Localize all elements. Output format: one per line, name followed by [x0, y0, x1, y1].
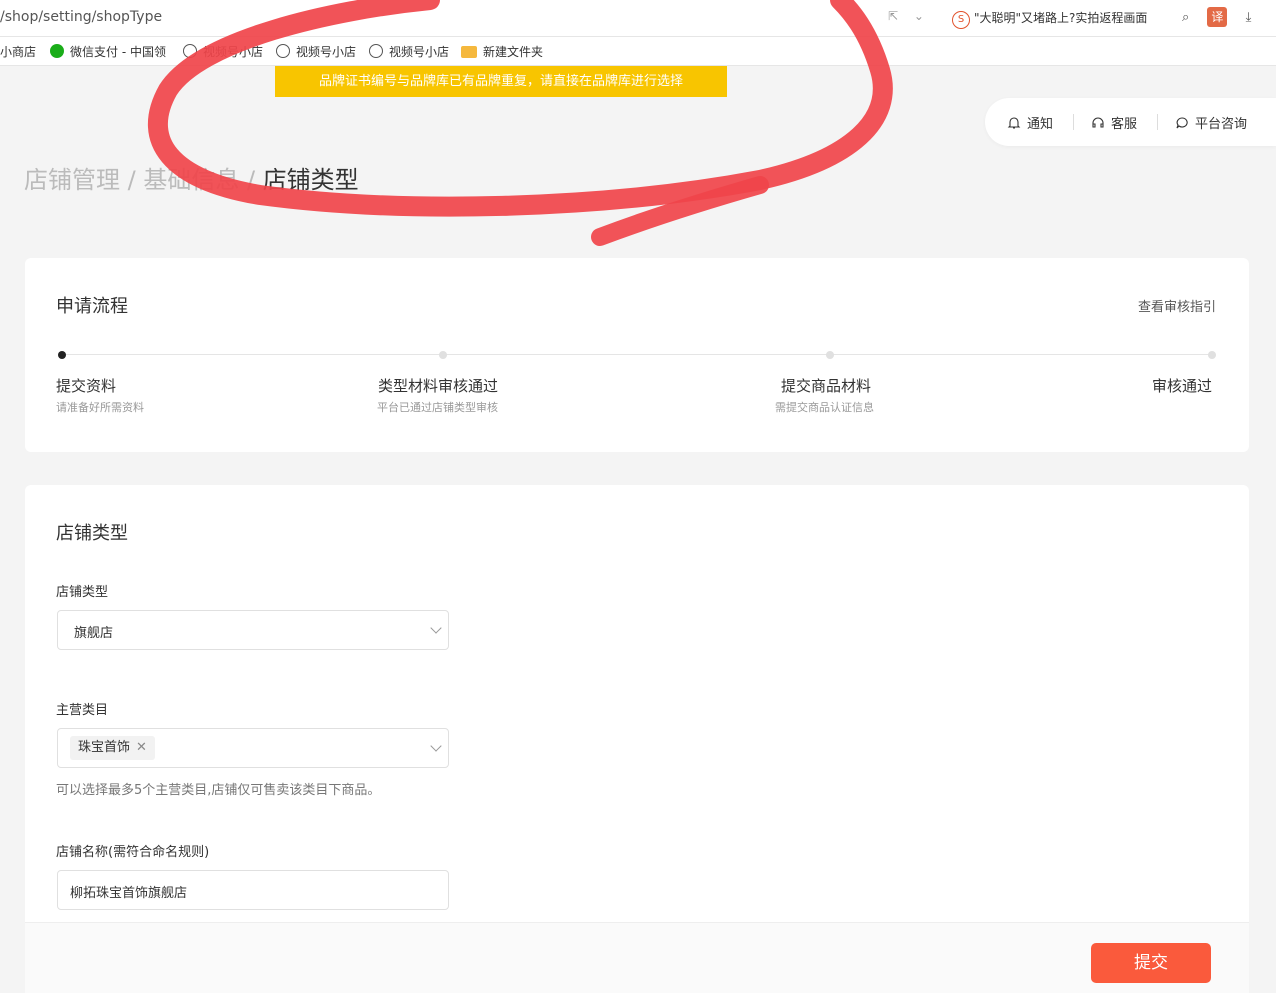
breadcrumb-current: 店铺类型	[262, 166, 359, 194]
globe-icon	[276, 44, 290, 58]
header-actions: 通知 客服 平台咨询	[985, 98, 1276, 146]
category-select[interactable]: 珠宝首饰 ✕	[57, 728, 449, 768]
step-dot	[826, 351, 834, 359]
submit-button[interactable]: 提交	[1091, 943, 1211, 983]
form-footer: 提交	[25, 922, 1249, 993]
step-dot	[1208, 351, 1216, 359]
step-title: 类型材料审核通过	[378, 377, 499, 395]
chat-bubble-icon	[1176, 117, 1188, 129]
category-label: 主营类目	[56, 703, 109, 718]
close-icon[interactable]: ✕	[136, 740, 147, 755]
step-subtitle: 请准备好所需资料	[56, 401, 144, 414]
shop-type-label: 店铺类型	[56, 585, 109, 600]
sogou-logo-icon: S	[952, 11, 970, 29]
process-card: 申请流程 查看审核指引 提交资料 请准备好所需资料 类型材料审核通过 平台已通过…	[25, 258, 1249, 452]
breadcrumb: 店铺管理 / 基础信息 / 店铺类型	[24, 160, 359, 195]
chevron-down-icon	[430, 740, 442, 752]
bookmarks-bar: 小商店 微信支付 - 中国领 视频号小店 视频号小店 视频号小店 新建文件夹	[0, 37, 1276, 66]
breadcrumb-separator: /	[120, 166, 144, 194]
shop-type-value: 旗舰店	[74, 626, 114, 641]
wechat-icon	[50, 44, 64, 58]
step-dot	[439, 351, 447, 359]
globe-icon	[369, 44, 383, 58]
bell-icon	[1007, 117, 1021, 129]
shop-type-card: 店铺类型 店铺类型 旗舰店 主营类目 珠宝首饰 ✕ 可以选择最多5个主营类目,店铺…	[25, 485, 1249, 993]
globe-icon	[183, 44, 197, 58]
shop-type-select[interactable]: 旗舰店	[57, 610, 449, 650]
browser-toolbar: /shop/setting/shopType ⇱ ⌄ S "大聪明"又堵路上?实拍…	[0, 0, 1276, 37]
search-icon[interactable]: ⌕	[1182, 10, 1189, 25]
error-toast: 品牌证书编号与品牌库已有品牌重复，请直接在品牌库进行选择	[275, 66, 727, 97]
news-ticker[interactable]: S "大聪明"又堵路上?实拍返程画面	[952, 9, 1147, 29]
folder-icon	[461, 46, 477, 58]
divider	[1157, 114, 1158, 130]
form-title: 店铺类型	[56, 523, 128, 544]
step-title: 提交资料	[56, 377, 117, 395]
chevron-down-icon[interactable]: ⌄	[914, 9, 924, 23]
service-button[interactable]: 客服	[1091, 113, 1137, 132]
bookmark-folder[interactable]: 新建文件夹	[461, 43, 543, 60]
share-icon[interactable]: ⇱	[888, 9, 898, 23]
consult-button[interactable]: 平台咨询	[1175, 113, 1247, 132]
bookmark-item[interactable]: 微信支付 - 中国领	[50, 43, 166, 60]
address-actions: ⇱ ⌄	[888, 9, 936, 23]
progress-track	[62, 354, 1212, 355]
category-tag: 珠宝首饰 ✕	[70, 736, 155, 760]
bookmark-item[interactable]: 小商店	[0, 43, 36, 60]
chevron-down-icon	[430, 622, 442, 634]
divider	[1073, 114, 1074, 130]
browser-right-tools: ⌕ 译 ⤓	[1182, 7, 1251, 27]
step-dot-active	[58, 351, 66, 359]
notify-button[interactable]: 通知	[1007, 113, 1053, 132]
translate-button[interactable]: 译	[1207, 7, 1228, 27]
step-title: 审核通过	[1152, 377, 1213, 395]
address-bar[interactable]: /shop/setting/shopType	[0, 9, 162, 25]
process-title: 申请流程	[56, 296, 128, 317]
bookmark-item[interactable]: 视频号小店	[276, 43, 356, 60]
step-subtitle: 需提交商品认证信息	[775, 401, 874, 414]
bookmark-item[interactable]: 视频号小店	[369, 43, 449, 60]
download-icon[interactable]: ⤓	[1246, 10, 1252, 25]
shop-name-input[interactable]: 柳拓珠宝首饰旗舰店	[57, 870, 449, 910]
review-guide-link[interactable]: 查看审核指引	[1138, 296, 1216, 315]
breadcrumb-basic-info[interactable]: 基础信息	[143, 166, 239, 194]
shop-name-value: 柳拓珠宝首饰旗舰店	[70, 886, 188, 901]
step-subtitle: 平台已通过店铺类型审核	[377, 401, 498, 414]
category-hint: 可以选择最多5个主营类目,店铺仅可售卖该类目下商品。	[56, 783, 381, 798]
news-text: "大聪明"又堵路上?实拍返程画面	[974, 11, 1148, 25]
bookmark-item[interactable]: 视频号小店	[183, 43, 263, 60]
headset-icon	[1092, 117, 1104, 128]
breadcrumb-separator: /	[239, 166, 263, 194]
step-title: 提交商品材料	[781, 377, 872, 395]
shop-name-label: 店铺名称(需符合命名规则)	[56, 845, 210, 860]
breadcrumb-shop-manage[interactable]: 店铺管理	[24, 166, 120, 194]
